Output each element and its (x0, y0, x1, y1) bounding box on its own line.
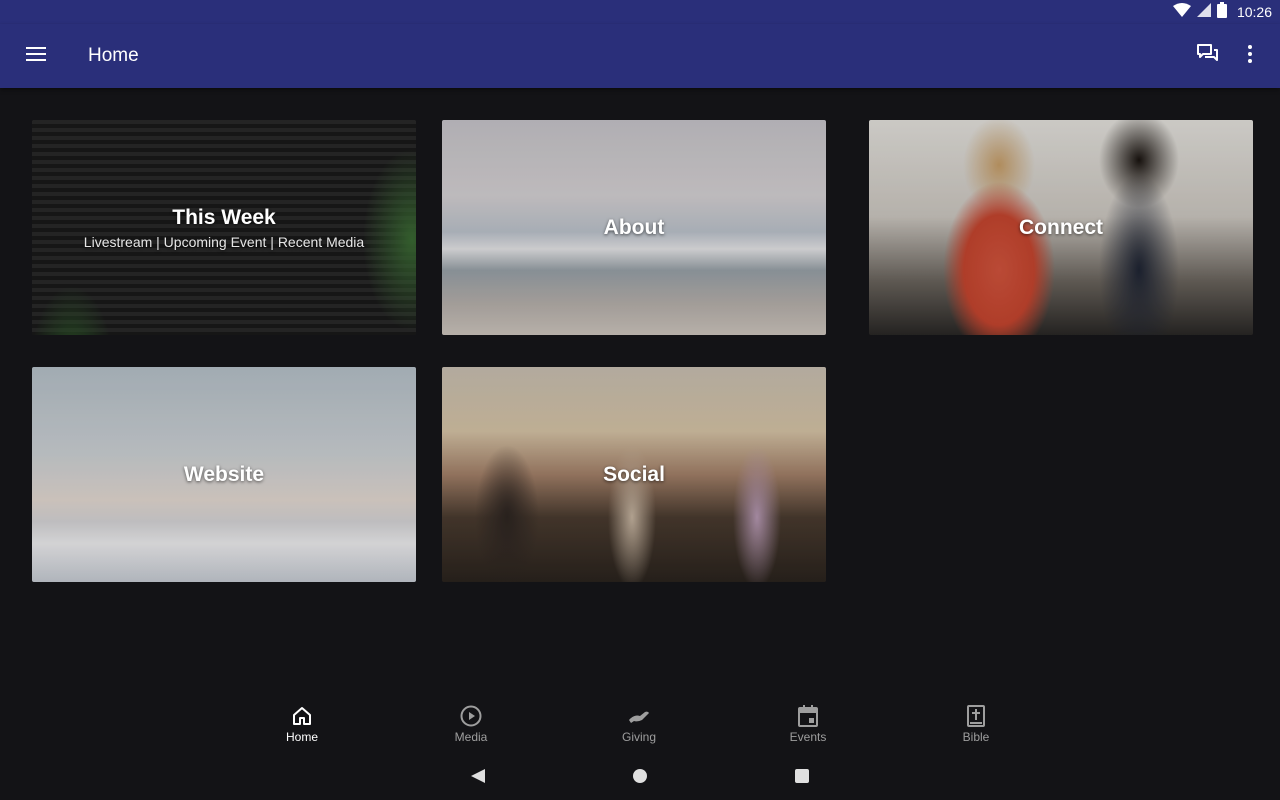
nav-item-events[interactable]: Events (758, 704, 858, 752)
bottom-navigation: Home Media Giving Events Bible (0, 700, 1280, 756)
home-circle-icon (632, 768, 648, 789)
tile-website[interactable]: Website (32, 367, 416, 582)
wifi-icon (1172, 2, 1191, 22)
status-bar: 10:26 (0, 0, 1280, 24)
recents-square-icon (794, 768, 810, 789)
tile-label: Connect (1019, 215, 1103, 239)
page-title: Home (88, 45, 139, 66)
battery-icon (1216, 1, 1227, 23)
nav-label: Giving (621, 730, 656, 744)
tile-label: This Week (172, 205, 276, 229)
chat-bubbles-icon (1197, 43, 1219, 69)
play-circle-icon (460, 704, 482, 728)
back-triangle-icon (470, 768, 486, 789)
nav-item-home[interactable]: Home (252, 704, 352, 752)
nav-item-bible[interactable]: Bible (926, 704, 1026, 752)
tile-social[interactable]: Social (442, 367, 826, 582)
hamburger-menu-icon (26, 46, 46, 67)
home-icon (292, 704, 312, 728)
system-navigation-bar (0, 756, 1280, 800)
giving-hand-icon (628, 704, 650, 728)
nav-label: Home (285, 730, 318, 744)
app-bar: Home (0, 24, 1280, 88)
cell-signal-icon (1196, 2, 1211, 22)
nav-label: Media (454, 730, 488, 744)
nav-label: Events (789, 730, 827, 744)
system-back-button[interactable] (464, 764, 492, 792)
system-recents-button[interactable] (788, 764, 816, 792)
more-vert-icon (1248, 44, 1252, 68)
messages-button[interactable] (1186, 34, 1230, 78)
nav-item-giving[interactable]: Giving (589, 704, 689, 752)
status-time: 10:26 (1236, 4, 1272, 20)
tile-label: About (603, 215, 665, 239)
tile-label: Website (183, 462, 265, 486)
calendar-icon (798, 704, 818, 728)
tile-this-week[interactable]: This Week Livestream | Upcoming Event | … (32, 120, 416, 335)
more-options-button[interactable] (1234, 34, 1266, 78)
bible-icon (967, 704, 985, 728)
tile-about[interactable]: About (442, 120, 826, 335)
nav-item-media[interactable]: Media (421, 704, 521, 752)
tile-subtitle: Livestream | Upcoming Event | Recent Med… (83, 233, 365, 250)
nav-label: Bible (962, 730, 990, 744)
tile-connect[interactable]: Connect (869, 120, 1253, 335)
tile-label: Social (603, 462, 665, 486)
menu-button[interactable] (14, 34, 58, 78)
system-home-button[interactable] (626, 764, 654, 792)
